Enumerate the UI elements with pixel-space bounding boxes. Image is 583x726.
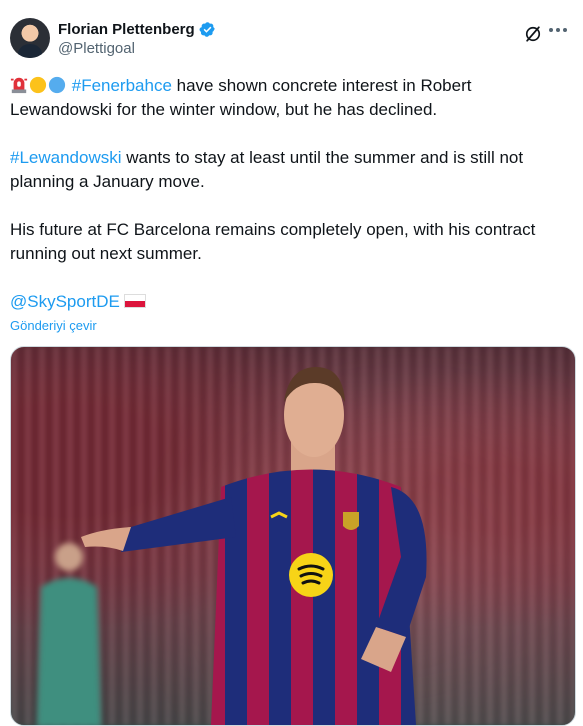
rotating-light-emoji (10, 77, 28, 94)
hashtag-fenerbahce[interactable]: #Fenerbahce (72, 76, 172, 95)
verified-badge-icon (199, 22, 215, 37)
tweet-paragraph-3: His future at FC Barcelona remains compl… (10, 220, 536, 263)
yellow-circle-emoji (29, 76, 47, 94)
mention-skysportde[interactable]: @SkySportDE (10, 292, 120, 311)
author-handle[interactable]: @Plettigoal (58, 39, 216, 59)
tweet-header: Florian Plettenberg @Plettigoal (10, 14, 569, 64)
photo-main-player (81, 367, 427, 725)
hashtag-lewandowski[interactable]: #Lewandowski (10, 148, 122, 167)
avatar[interactable] (10, 18, 50, 58)
tweet-photo[interactable] (10, 346, 576, 726)
grok-icon[interactable] (523, 24, 543, 44)
author-display-name[interactable]: Florian Plettenberg (58, 20, 195, 39)
more-icon[interactable] (549, 28, 569, 36)
tweet-paragraph-2: #Lewandowski wants to stay at least unti… (10, 146, 570, 194)
tweet-paragraph-1: #Fenerbahce have shown concrete interest… (10, 74, 570, 122)
translate-link[interactable]: Gönderiyi çevir (10, 318, 97, 333)
author-name-row: Florian Plettenberg (58, 20, 216, 39)
tweet-text: #Fenerbahce have shown concrete interest… (10, 74, 570, 338)
poland-flag-emoji (123, 294, 146, 308)
author-block: Florian Plettenberg @Plettigoal (58, 20, 216, 59)
blue-circle-emoji (48, 76, 66, 94)
tweet-paragraph-4: @SkySportDE (10, 290, 570, 314)
